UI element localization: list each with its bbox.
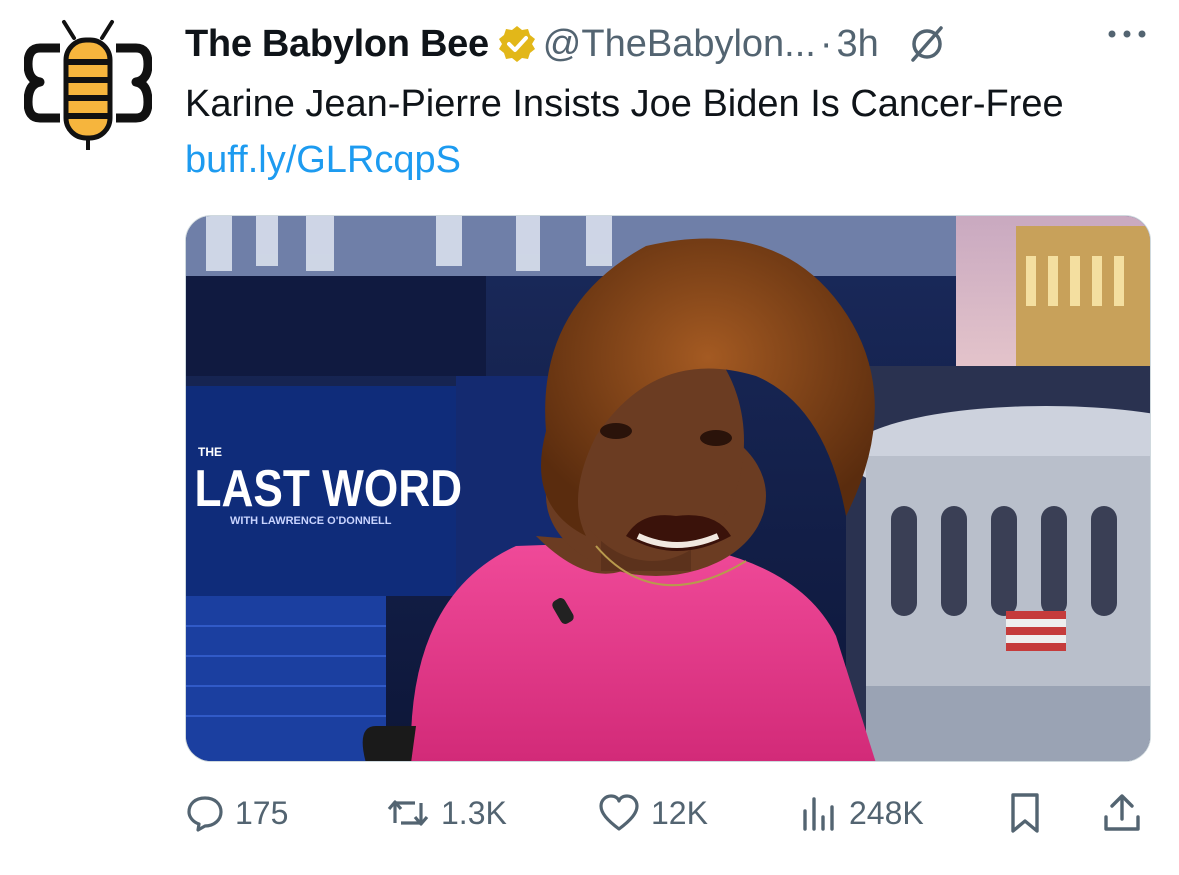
tweet-link[interactable]: buff.ly/GLRcqpS xyxy=(185,139,461,181)
like-button[interactable]: 12K xyxy=(597,788,708,838)
separator-dot: · xyxy=(819,22,833,65)
overlay-subtitle: WITH LAWRENCE O'DONNELL xyxy=(230,515,392,527)
bookmark-button[interactable] xyxy=(1005,788,1055,838)
repost-count: 1.3K xyxy=(441,794,507,831)
like-icon xyxy=(599,794,639,831)
reply-count: 175 xyxy=(235,794,289,831)
tweet-text: Karine Jean-Pierre Insists Joe Biden Is … xyxy=(185,76,1145,188)
avatar-babylon-bee-logo[interactable] xyxy=(23,18,153,158)
tweet-timestamp[interactable]: 3h xyxy=(837,23,879,66)
tweet-actions-bar: 175 1.3K 12K 248K xyxy=(185,788,1145,838)
repost-icon xyxy=(387,800,429,826)
like-count: 12K xyxy=(651,794,708,831)
bookmark-icon xyxy=(1011,793,1039,833)
author-name[interactable]: The Babylon Bee xyxy=(185,23,489,66)
views-count: 248K xyxy=(849,794,924,831)
tweet-header: The Babylon Bee @TheBabylon... · 3h xyxy=(185,18,1149,70)
tweet-media-image[interactable]: THE LAST WORD WITH LAWRENCE O'DONNELL xyxy=(185,215,1151,762)
author-handle[interactable]: @TheBabylon... xyxy=(543,23,816,66)
views-button[interactable]: 248K xyxy=(799,788,924,838)
reply-button[interactable]: 175 xyxy=(185,788,288,838)
share-button[interactable] xyxy=(1100,788,1154,838)
repost-button[interactable]: 1.3K xyxy=(385,788,507,838)
views-icon xyxy=(803,797,834,831)
tweet-body: Karine Jean-Pierre Insists Joe Biden Is … xyxy=(185,83,1064,125)
overlay-title-small: THE xyxy=(198,445,222,459)
more-icon[interactable] xyxy=(1105,24,1149,44)
overlay-title: LAST WORD xyxy=(195,460,463,518)
grok-icon[interactable] xyxy=(905,22,949,66)
verified-badge-icon[interactable] xyxy=(497,24,537,64)
reply-icon xyxy=(187,796,223,832)
share-icon xyxy=(1104,794,1140,831)
